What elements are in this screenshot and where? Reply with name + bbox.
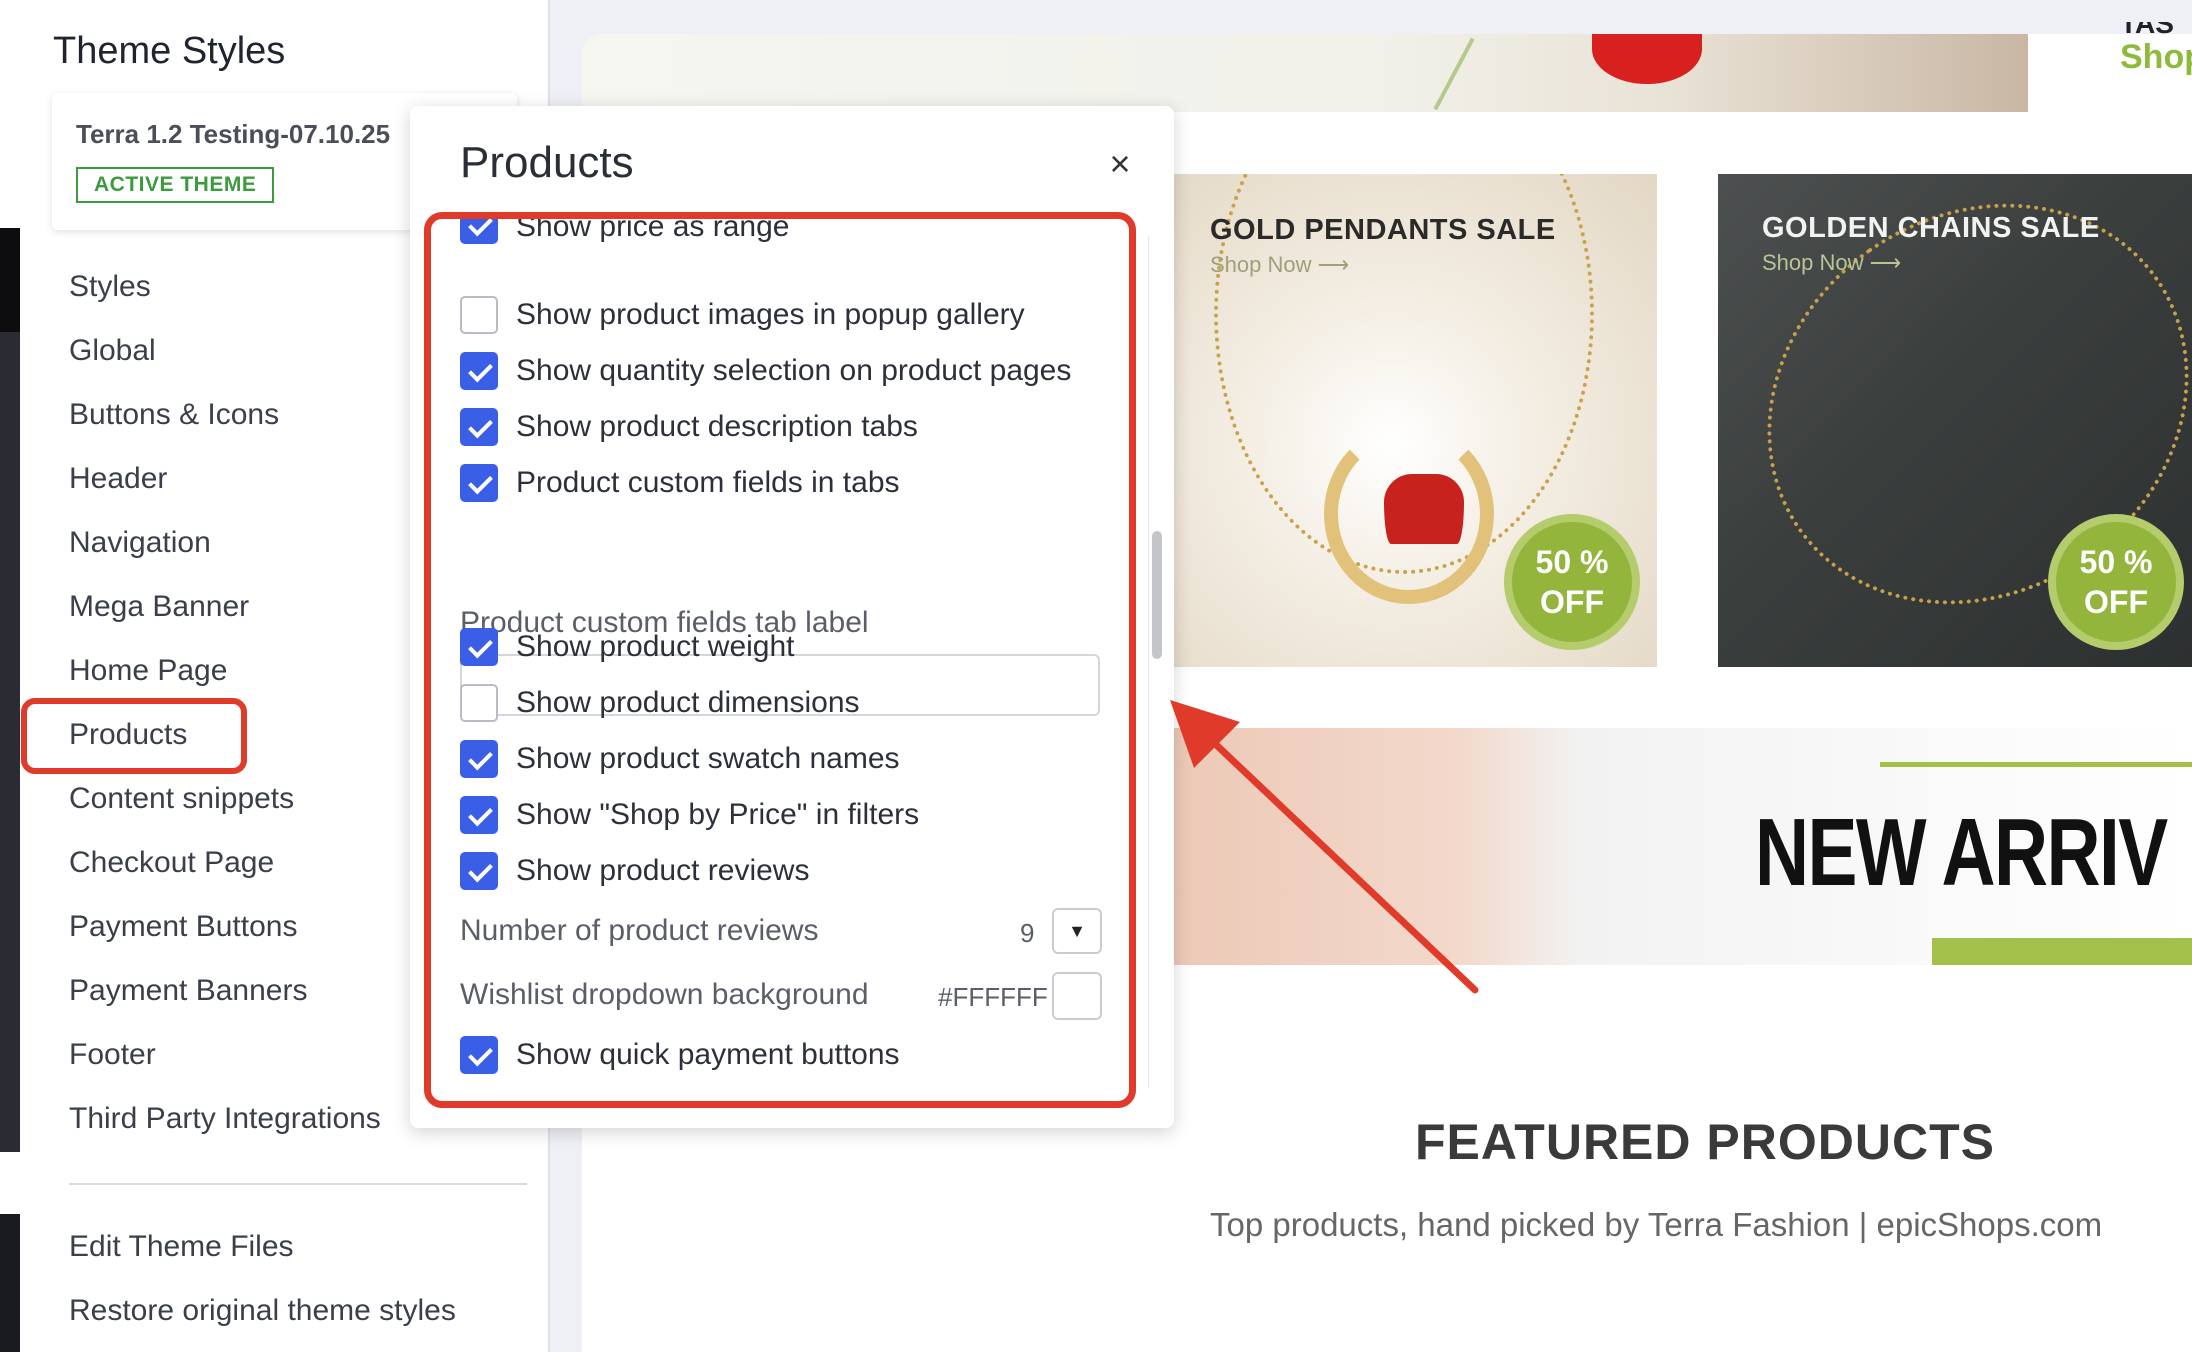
checkbox[interactable] (460, 1036, 498, 1074)
panel-scrollbar-track[interactable] (1148, 236, 1168, 1088)
promo-title: GOLDEN CHAINS SALE (1762, 212, 2100, 244)
checkbox[interactable] (460, 464, 498, 502)
discount-off: OFF (1540, 584, 1604, 620)
banner-decoration (1592, 34, 1702, 84)
products-highlight-annotation (21, 698, 247, 774)
checkbox[interactable] (460, 852, 498, 890)
checkbox[interactable] (460, 296, 498, 334)
sidebar-item-buttons-icons[interactable]: Buttons & Icons (69, 398, 279, 432)
heart-pendant-image (1384, 474, 1464, 544)
checkbox[interactable] (460, 352, 498, 390)
wishlist-bg-label: Wishlist dropdown background (460, 978, 869, 1011)
caret-down-icon: ▼ (1068, 921, 1086, 941)
option-label: Show quantity selection on product pages (516, 354, 1072, 387)
reviews-count-value: 9 (1020, 918, 1035, 948)
option-quick-payment-buttons[interactable]: Show quick payment buttons (460, 1036, 900, 1074)
edge-dark-segment (0, 1214, 20, 1352)
arrow-right-icon: ⟶ (1317, 252, 1350, 277)
arrow-right-icon: ⟶ (1869, 250, 1902, 275)
option-label: Show price as range (516, 216, 790, 243)
checkbox[interactable] (460, 408, 498, 446)
theme-name: Terra 1.2 Testing-07.10.25 (76, 119, 391, 149)
edge-dark-segment (0, 228, 20, 332)
option-label: Show product reviews (516, 854, 810, 887)
sidebar-item-content-snippets[interactable]: Content snippets (69, 782, 294, 816)
banner-heading-fragment: TAS (2120, 22, 2174, 38)
panel-scrollbar-thumb[interactable] (1152, 531, 1162, 659)
promo-shop-now-label: Shop Now (1210, 252, 1312, 277)
new-arrivals-heading: NEW ARRIV (1755, 799, 2168, 906)
discount-badge: 50 % OFF (1504, 514, 1640, 650)
promo-shop-now-label: Shop Now (1762, 250, 1864, 275)
reviews-count-dropdown[interactable]: ▼ (1052, 908, 1102, 954)
option-label: Show product description tabs (516, 410, 918, 443)
wishlist-bg-hex: #FFFFFF (938, 982, 1048, 1012)
discount-badge: 50 % OFF (2048, 514, 2184, 650)
banner-decoration (1433, 37, 1475, 111)
option-product-reviews[interactable]: Show product reviews (460, 852, 809, 890)
sidebar-item-styles[interactable]: Styles (69, 270, 151, 304)
reviews-count-label: Number of product reviews (460, 914, 819, 947)
option-label: Show "Shop by Price" in filters (516, 798, 920, 831)
option-product-weight[interactable]: Show product weight (460, 628, 795, 666)
checkbox[interactable] (460, 216, 498, 244)
option-quantity-selection[interactable]: Show quantity selection on product pages (460, 352, 1071, 390)
sidebar-item-header[interactable]: Header (69, 462, 167, 496)
sidebar-item-payment-buttons[interactable]: Payment Buttons (69, 910, 297, 944)
active-theme-badge: ACTIVE THEME (76, 167, 275, 203)
sidebar-item-navigation[interactable]: Navigation (69, 526, 211, 560)
option-description-tabs[interactable]: Show product description tabs (460, 408, 918, 446)
promo-title: GOLD PENDANTS SALE (1210, 214, 1556, 246)
sidebar-item-home-page[interactable]: Home Page (69, 654, 227, 688)
banner-shop-text: TAS Shop (2120, 22, 2192, 77)
promo-golden-chains[interactable]: GOLDEN CHAINS SALE Shop Now ⟶ 50 % OFF (1718, 174, 2192, 667)
featured-products-subtitle: Top products, hand picked by Terra Fashi… (1210, 1206, 2103, 1243)
promo-gold-pendants[interactable]: GOLD PENDANTS SALE Shop Now ⟶ 50 % OFF (1174, 174, 1657, 667)
option-show-price-range[interactable]: Show price as range (460, 216, 790, 244)
hero-banner-strip (582, 34, 2028, 112)
option-popup-gallery[interactable]: Show product images in popup gallery (460, 296, 1025, 334)
sidebar-divider (69, 1183, 527, 1185)
featured-products-title: FEATURED PRODUCTS (1415, 1114, 1995, 1170)
close-icon[interactable]: × (1100, 144, 1140, 184)
edge-dark-segment (0, 332, 20, 1152)
option-product-dimensions[interactable]: Show product dimensions (460, 684, 860, 722)
promo-shop-now[interactable]: Shop Now ⟶ (1762, 250, 1901, 276)
option-label: Show quick payment buttons (516, 1038, 900, 1071)
option-shop-by-price[interactable]: Show "Shop by Price" in filters (460, 796, 919, 834)
sidebar-item-third-party-integrations[interactable]: Third Party Integrations (69, 1102, 381, 1136)
discount-off: OFF (2084, 584, 2148, 620)
sidebar-item-footer[interactable]: Footer (69, 1038, 156, 1072)
option-label: Show product weight (516, 630, 795, 663)
sidebar-item-checkout-page[interactable]: Checkout Page (69, 846, 274, 880)
sidebar-title: Theme Styles (53, 30, 286, 72)
checkbox[interactable] (460, 796, 498, 834)
sidebar-item-mega-banner[interactable]: Mega Banner (69, 590, 249, 624)
discount-value: 50 % (2079, 544, 2153, 580)
sidebar-item-payment-banners[interactable]: Payment Banners (69, 974, 307, 1008)
option-custom-fields-tabs[interactable]: Product custom fields in tabs (460, 464, 900, 502)
option-swatch-names[interactable]: Show product swatch names (460, 740, 900, 778)
sidebar-item-restore-theme-styles[interactable]: Restore original theme styles (69, 1294, 456, 1328)
panel-title: Products (460, 138, 634, 187)
discount-value: 50 % (1535, 544, 1609, 580)
banner-shop-link: Shop (2120, 38, 2192, 76)
checkbox[interactable] (460, 740, 498, 778)
option-label: Show product images in popup gallery (516, 298, 1025, 331)
left-edge-strip (0, 0, 20, 1352)
option-label: Product custom fields in tabs (516, 466, 900, 499)
banner-decoration (1880, 762, 2192, 767)
checkbox[interactable] (460, 684, 498, 722)
sidebar-item-global[interactable]: Global (69, 334, 156, 368)
sidebar-item-edit-theme-files[interactable]: Edit Theme Files (69, 1230, 294, 1264)
checkbox[interactable] (460, 628, 498, 666)
option-label: Show product swatch names (516, 742, 900, 775)
option-label: Show product dimensions (516, 686, 860, 719)
wishlist-bg-color-swatch[interactable] (1052, 972, 1102, 1020)
promo-shop-now[interactable]: Shop Now ⟶ (1210, 252, 1349, 278)
banner-decoration (1932, 938, 2192, 965)
